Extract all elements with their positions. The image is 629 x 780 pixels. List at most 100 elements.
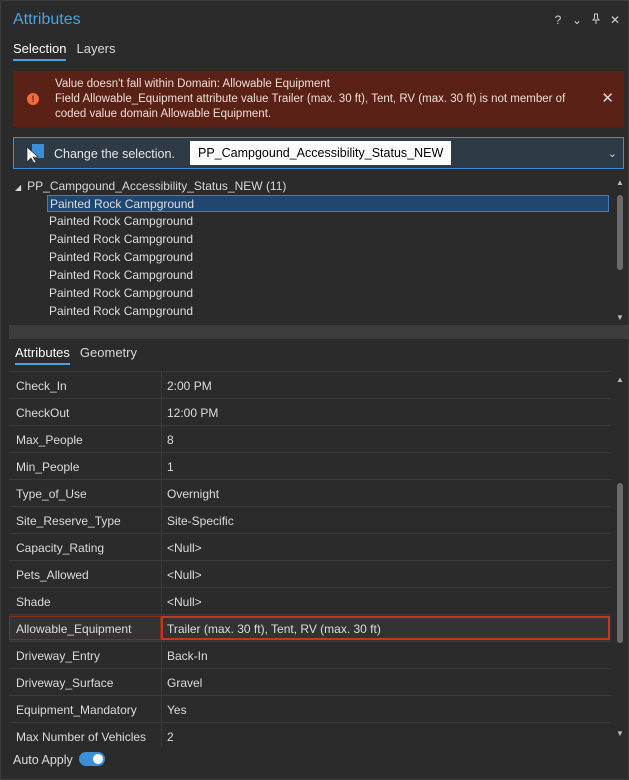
list-item[interactable]: Painted Rock Campground [47,231,609,248]
attribute-tabs: Attributes Geometry [15,345,137,365]
title-bar: Attributes ? ⌄ ✕ [1,1,628,35]
tab-geometry[interactable]: Geometry [80,345,137,365]
pane-splitter[interactable] [9,325,628,339]
field-value[interactable]: Overnight [167,487,219,501]
auto-apply-label: Auto Apply [13,753,73,767]
feature-tree: ◢ PP_Campgound_Accessibility_Status_NEW (… [9,175,628,325]
field-value[interactable]: Gravel [167,676,202,690]
list-item[interactable]: Painted Rock Campground [47,249,609,266]
field-name: CheckOut [16,406,70,420]
table-row[interactable]: CheckOut 12:00 PM [9,399,611,426]
table-row[interactable]: Max_People 8 [9,426,611,453]
field-name: Driveway_Entry [16,649,101,663]
attribute-scrollbar[interactable]: ▲ ▼ [615,373,625,743]
field-name: Type_of_Use [16,487,87,501]
error-icon: ! [27,93,39,105]
list-item[interactable]: Painted Rock Campground [47,267,609,284]
field-name: Max Number of Vehicles [16,730,147,744]
table-row[interactable]: Shade <Null> [9,588,611,615]
field-value[interactable]: Site-Specific [167,514,234,528]
tree-layer-label: PP_Campgound_Accessibility_Status_NEW (1… [27,179,287,193]
table-row[interactable]: Driveway_Entry Back-In [9,642,611,669]
table-row[interactable]: Min_People 1 [9,453,611,480]
field-value[interactable]: <Null> [167,568,202,582]
field-value[interactable]: <Null> [167,595,202,609]
column-divider [161,642,162,668]
collapse-triangle-icon[interactable]: ◢ [15,183,21,192]
list-item[interactable]: Painted Rock Campground [47,195,609,212]
chevron-down-icon[interactable]: ⌄ [608,147,617,160]
selection-tabs: Selection Layers [13,41,116,61]
table-row-error[interactable]: Allowable_Equipment Trailer (max. 30 ft)… [9,615,611,642]
tab-selection[interactable]: Selection [13,41,67,61]
pin-icon[interactable] [591,13,601,27]
selection-bar: Change the selection. PP_Campgound_Acces… [13,137,624,169]
field-name: Capacity_Rating [16,541,105,555]
field-name: Max_People [16,433,83,447]
attribute-table: Check_In 2:00 PM CheckOut 12:00 PM Max_P… [9,371,611,746]
layer-select[interactable]: PP_Campgound_Accessibility_Status_NEW [190,141,452,165]
table-row[interactable]: Site_Reserve_Type Site-Specific [9,507,611,534]
toggle-knob [93,754,103,764]
error-line-2: Field Allowable_Equipment attribute valu… [55,93,566,120]
attributes-pane: Attributes ? ⌄ ✕ Selection Layers ! Valu… [0,0,629,780]
field-value[interactable]: <Null> [167,541,202,555]
tab-layers[interactable]: Layers [76,41,115,61]
field-value[interactable]: 2:00 PM [167,379,212,393]
field-value-invalid[interactable]: Trailer (max. 30 ft), Tent, RV (max. 30 … [167,622,381,636]
table-row[interactable]: Max Number of Vehicles 2 [9,723,611,746]
column-divider [161,453,162,479]
help-icon[interactable]: ? [553,13,563,27]
column-divider [161,534,162,560]
tree-layer-node[interactable]: ◢ PP_Campgound_Accessibility_Status_NEW (… [15,179,286,193]
error-banner: ! Value doesn't fall within Domain: Allo… [13,71,624,127]
scroll-thumb[interactable] [617,195,623,270]
field-name: Check_In [16,379,67,393]
field-value[interactable]: 8 [167,433,174,447]
error-message: Value doesn't fall within Domain: Allowa… [55,77,590,122]
scroll-thumb[interactable] [617,483,623,643]
list-item[interactable]: Painted Rock Campground [47,285,609,302]
field-value[interactable]: Back-In [167,649,208,663]
table-row[interactable]: Type_of_Use Overnight [9,480,611,507]
scroll-down-icon[interactable]: ▼ [615,729,625,738]
table-row[interactable]: Check_In 2:00 PM [9,372,611,399]
close-icon[interactable]: ✕ [610,13,620,27]
select-arrow-icon[interactable] [24,142,46,164]
close-icon[interactable]: ✕ [601,89,614,107]
column-divider [161,480,162,506]
field-value[interactable]: 2 [167,730,174,744]
scroll-down-icon[interactable]: ▼ [615,313,625,322]
column-divider [161,696,162,722]
field-name: Pets_Allowed [16,568,89,582]
change-selection-label: Change the selection. [54,147,175,161]
table-row[interactable]: Equipment_Mandatory Yes [9,696,611,723]
field-value[interactable]: 12:00 PM [167,406,218,420]
column-divider [161,507,162,533]
error-line-1: Value doesn't fall within Domain: Allowa… [55,78,330,90]
field-name: Driveway_Surface [16,676,114,690]
column-divider [161,588,162,614]
table-row[interactable]: Pets_Allowed <Null> [9,561,611,588]
field-name: Site_Reserve_Type [16,514,121,528]
tree-scrollbar[interactable]: ▲ ▼ [615,175,625,325]
auto-apply-toggle[interactable] [79,752,105,766]
scroll-up-icon[interactable]: ▲ [615,375,625,384]
field-name: Min_People [16,460,80,474]
list-item[interactable]: Painted Rock Campground [47,213,609,230]
column-divider [161,426,162,452]
table-row[interactable]: Driveway_Surface Gravel [9,669,611,696]
column-divider [161,561,162,587]
table-row[interactable]: Capacity_Rating <Null> [9,534,611,561]
column-divider [161,372,162,398]
column-divider [161,399,162,425]
field-name: Equipment_Mandatory [16,703,137,717]
chevron-down-icon[interactable]: ⌄ [572,13,582,27]
field-value[interactable]: 1 [167,460,174,474]
title-controls: ? ⌄ ✕ [553,13,620,27]
field-name: Shade [16,595,51,609]
list-item[interactable]: Painted Rock Campground [47,303,609,320]
tab-attributes[interactable]: Attributes [15,345,70,365]
scroll-up-icon[interactable]: ▲ [615,178,625,187]
field-value[interactable]: Yes [167,703,187,717]
